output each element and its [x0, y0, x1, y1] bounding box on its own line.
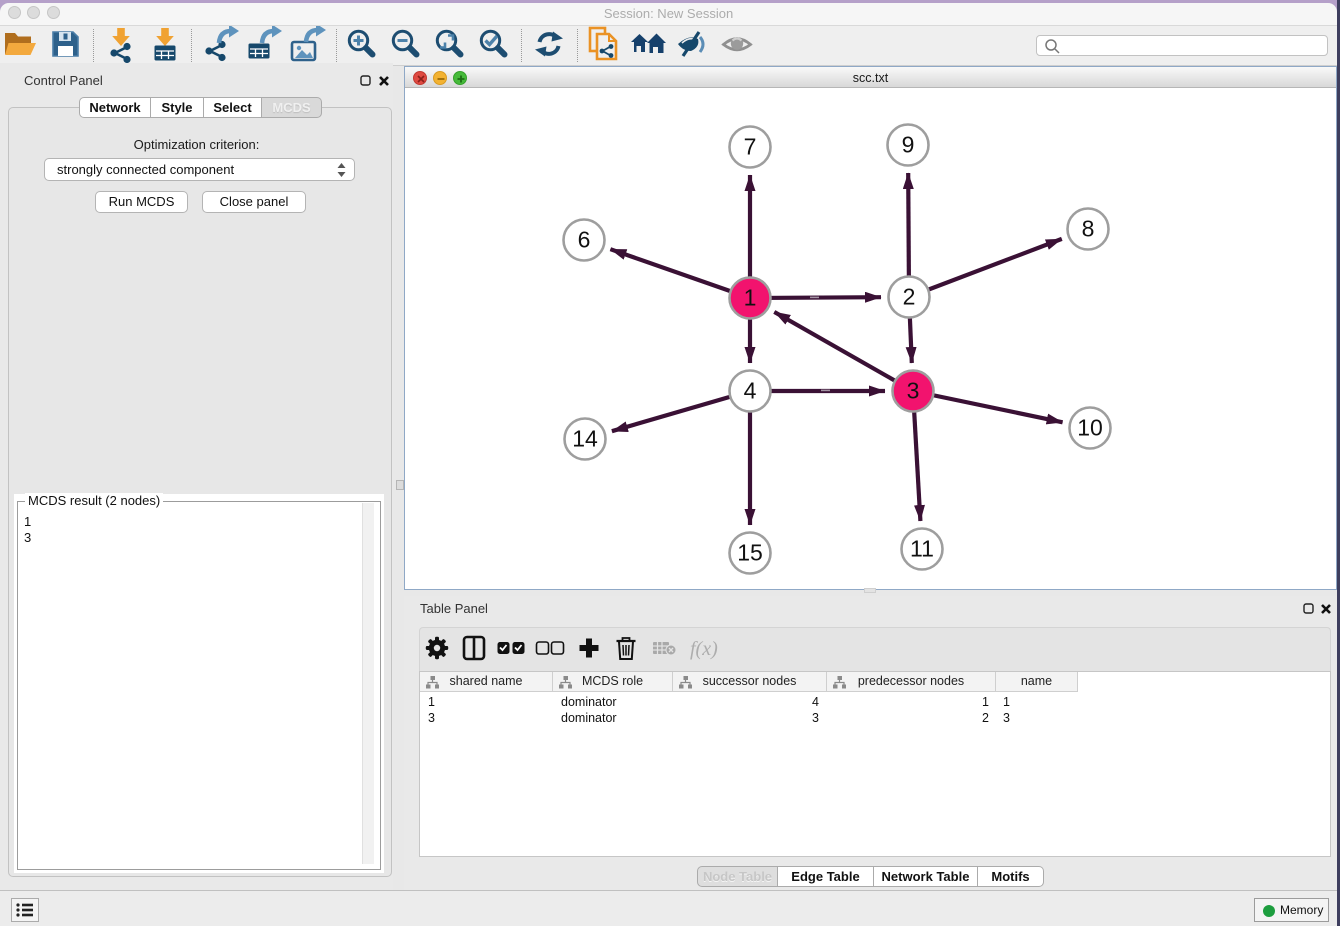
svg-text:4: 4 [744, 378, 757, 404]
svg-text:10: 10 [1077, 415, 1103, 441]
svg-text:3: 3 [907, 378, 920, 404]
svg-text:15: 15 [737, 540, 763, 566]
svg-text:2: 2 [903, 284, 916, 310]
svg-text:14: 14 [572, 426, 598, 452]
svg-text:11: 11 [910, 536, 934, 562]
svg-text:6: 6 [578, 227, 591, 253]
svg-text:8: 8 [1082, 216, 1095, 242]
svg-text:7: 7 [744, 134, 757, 160]
svg-text:9: 9 [902, 132, 915, 158]
svg-text:f(x): f(x) [690, 638, 718, 660]
svg-text:1: 1 [744, 285, 757, 311]
